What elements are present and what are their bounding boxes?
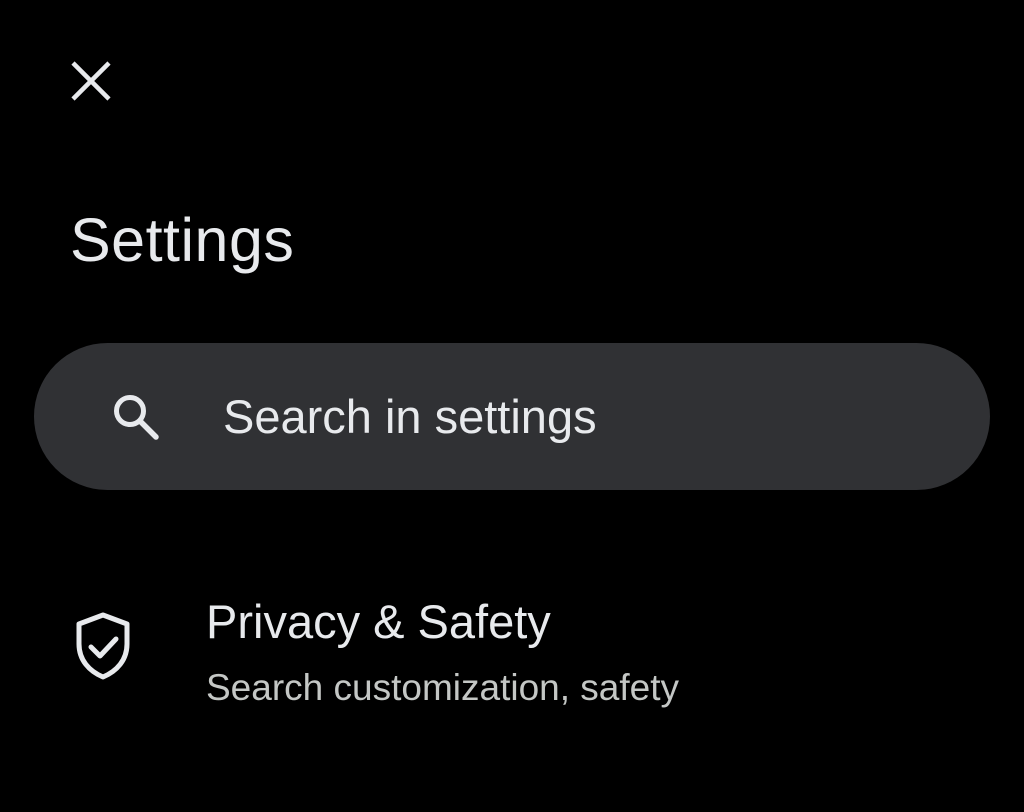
- close-icon: [71, 61, 111, 101]
- search-input-placeholder: Search in settings: [223, 389, 597, 443]
- settings-item-title: Privacy & Safety: [206, 595, 551, 648]
- close-button[interactable]: [62, 52, 120, 110]
- settings-item-subtitle: Search customization, safety: [206, 667, 679, 708]
- page-title: Settings: [70, 206, 295, 274]
- search-bar[interactable]: Search in settings: [34, 343, 990, 490]
- search-icon: [108, 389, 164, 445]
- settings-item-privacy-safety[interactable]: Privacy & Safety Search customization, s…: [0, 572, 1024, 722]
- settings-page: Settings Search in settings Privacy & Sa…: [0, 0, 1024, 812]
- shield-check-icon: [70, 610, 136, 682]
